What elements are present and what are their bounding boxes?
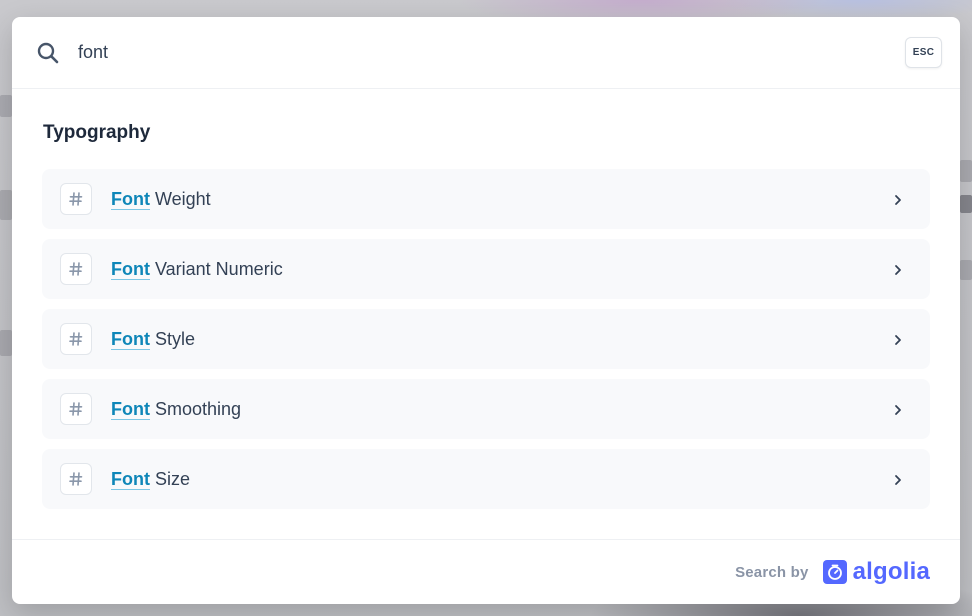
hash-icon: [60, 463, 92, 495]
hit-highlight: Font: [111, 328, 150, 350]
chevron-right-icon: [892, 473, 904, 485]
hit-label: Smoothing: [154, 398, 242, 419]
hit-title: Font Smoothing: [111, 399, 241, 420]
hit-label: Variant Numeric: [154, 258, 283, 279]
hit-title: Font Style: [111, 329, 195, 350]
hit-title: Font Weight: [111, 189, 211, 210]
search-hit[interactable]: Font Weight: [42, 169, 930, 229]
backdrop-fragment: [960, 160, 972, 182]
search-hit[interactable]: Font Smoothing: [42, 379, 930, 439]
search-input[interactable]: [78, 32, 905, 73]
backdrop-fragment: [960, 260, 972, 280]
hit-highlight: Font: [111, 398, 150, 420]
algolia-icon: [822, 560, 847, 584]
hash-icon: [60, 393, 92, 425]
chevron-right-icon: [892, 263, 904, 275]
section-title: Typography: [43, 122, 151, 143]
search-footer: Search by algolia: [12, 539, 960, 604]
hit-label: Style: [154, 328, 196, 349]
hit-highlight: Font: [111, 468, 150, 490]
backdrop-fragment: [0, 190, 12, 220]
hit-title: Font Variant Numeric: [111, 259, 283, 280]
search-bar: ESC: [12, 17, 960, 89]
backdrop-fragment: [0, 330, 12, 356]
hash-icon: [60, 253, 92, 285]
esc-button[interactable]: ESC: [905, 37, 942, 68]
search-modal: ESC Typography Font Weight: [12, 17, 960, 604]
hash-icon: [60, 323, 92, 355]
chevron-right-icon: [892, 193, 904, 205]
backdrop-fragment: [0, 95, 12, 117]
algolia-wordmark: algolia: [852, 558, 930, 585]
search-by-label: Search by: [735, 563, 809, 581]
search-results: Typography Font Weight Font Variant Nume…: [12, 89, 960, 509]
hit-list: Font Weight Font Variant Numeric Font St…: [42, 169, 930, 509]
search-hit[interactable]: Font Style: [42, 309, 930, 369]
hit-label: Weight: [154, 188, 211, 209]
chevron-right-icon: [892, 403, 904, 415]
hash-icon: [60, 183, 92, 215]
hit-highlight: Font: [111, 258, 150, 280]
algolia-logo-link[interactable]: algolia: [822, 558, 930, 585]
hit-highlight: Font: [111, 188, 150, 210]
hit-title: Font Size: [111, 469, 190, 490]
search-hit[interactable]: Font Variant Numeric: [42, 239, 930, 299]
search-icon: [36, 41, 60, 65]
hit-label: Size: [154, 468, 190, 489]
chevron-right-icon: [892, 333, 904, 345]
search-hit[interactable]: Font Size: [42, 449, 930, 509]
backdrop-fragment: [960, 195, 972, 213]
